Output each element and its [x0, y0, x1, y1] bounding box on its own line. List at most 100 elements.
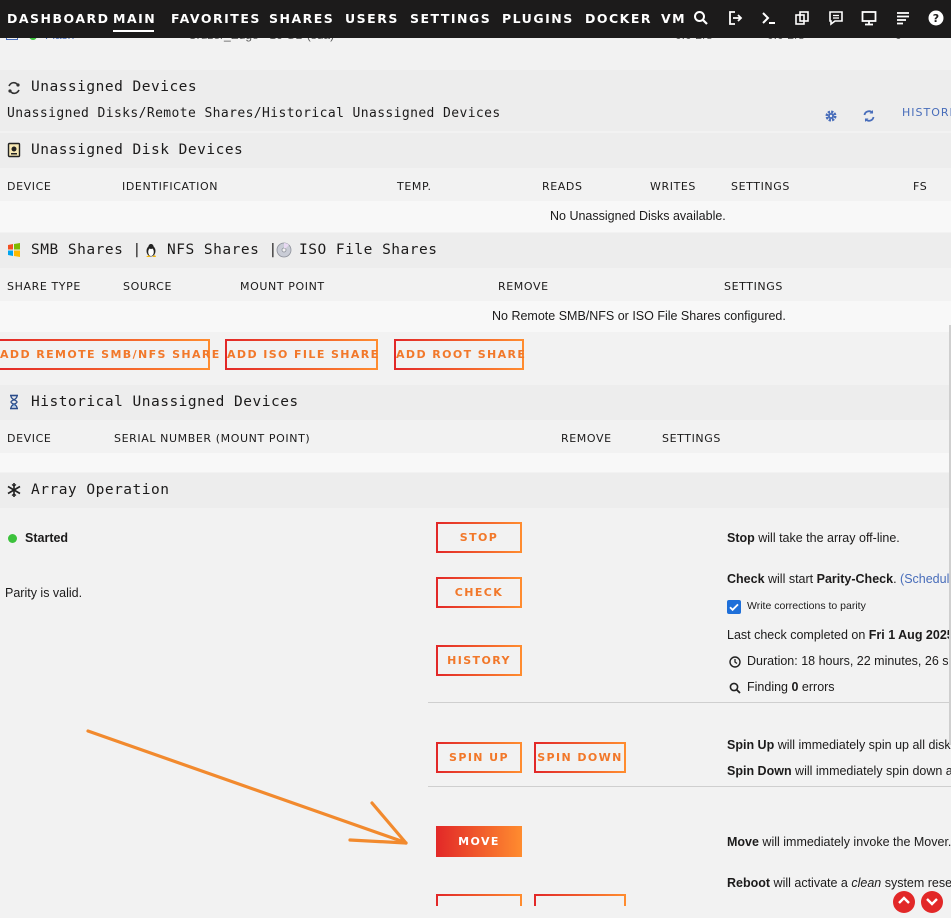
add-remote-share-button[interactable]: ADD REMOTE SMB/NFS SHARE — [0, 339, 219, 370]
finding-errors: Finding 0 errors — [747, 680, 835, 694]
spin-down-button[interactable]: SPIN DOWN — [534, 742, 626, 773]
no-disks-message: No Unassigned Disks available. — [550, 209, 726, 223]
move-button[interactable]: MOVE — [436, 826, 522, 857]
add-iso-share-button[interactable]: ADD ISO FILE SHARE — [225, 339, 378, 370]
nav-dashboard[interactable]: DASHBOARD — [7, 11, 110, 26]
nav-shares[interactable]: SHARES — [269, 11, 334, 26]
windows-icon — [6, 242, 22, 258]
refresh-icon[interactable] — [862, 109, 876, 123]
scroll-top-icon[interactable] — [893, 891, 915, 913]
divider — [428, 786, 951, 787]
terminal-icon[interactable] — [760, 9, 778, 27]
unassigned-disk-devices-header: Unassigned Disk Devices — [0, 133, 951, 168]
no-shares-message: No Remote SMB/NFS or ISO File Shares con… — [492, 309, 786, 323]
scroll-bottom-icon[interactable] — [921, 891, 943, 913]
reboot-button[interactable] — [436, 894, 522, 906]
col-serial-number: SERIAL NUMBER (MOUNT POINT) — [114, 432, 311, 445]
col-remove: REMOVE — [498, 280, 549, 293]
stop-button[interactable]: STOP — [436, 522, 522, 553]
search-icon — [729, 681, 741, 694]
col-settings: SETTINGS — [731, 180, 790, 193]
shares-header: SMB Shares | NFS Shares | ISO File Share… — [0, 233, 951, 268]
last-check-date: Fri 1 Aug 2025 — [868, 628, 951, 642]
col-settings: SETTINGS — [662, 432, 721, 445]
settings-gear-icon[interactable] — [824, 109, 838, 123]
col-source: SOURCE — [123, 280, 173, 293]
col-writes: WRITES — [650, 180, 697, 193]
col-identification: IDENTIFICATION — [122, 180, 219, 193]
col-settings: SETTINGS — [724, 280, 783, 293]
array-status: Started — [25, 531, 69, 545]
nav-docker[interactable]: DOCKER — [585, 11, 652, 26]
linux-icon — [143, 242, 159, 258]
status-started-dot — [8, 534, 17, 543]
spin-down-description: Spin Down will immediately spin down all… — [727, 764, 951, 778]
move-description: Move will immediately invoke the Mover. — [727, 835, 951, 849]
monitor-icon[interactable] — [860, 9, 878, 27]
move-bold: Move — [727, 835, 759, 849]
spinup-desc: will immediately spin up all disks. — [774, 738, 951, 752]
section-title-iso: ISO File Shares — [299, 242, 438, 258]
log-icon[interactable] — [894, 9, 912, 27]
nav-users[interactable]: USERS — [345, 11, 399, 26]
section-title-historical: Historical Unassigned Devices — [31, 394, 299, 410]
col-fs: FS — [913, 180, 928, 193]
spin-up-description: Spin Up will immediately spin up all dis… — [727, 738, 951, 752]
check-button[interactable]: CHECK — [436, 577, 522, 608]
reboot-description: Reboot will activate a clean system rese… — [727, 876, 951, 890]
divider — [428, 702, 951, 703]
help-icon[interactable]: ? — [927, 9, 945, 27]
nav-plugins[interactable]: PLUGINS — [502, 11, 574, 26]
power-down-button[interactable] — [534, 894, 626, 906]
top-navigation: DASHBOARD MAIN FAVORITES SHARES USERS SE… — [0, 0, 951, 38]
reboot-italic: clean — [851, 876, 882, 890]
col-temp: TEMP. — [397, 180, 432, 193]
plugin-icon — [6, 80, 22, 96]
array-operation-header: Array Operation — [0, 473, 951, 508]
check-desc-bold: Check — [727, 572, 765, 586]
last-check: Last check completed on Fri 1 Aug 2025 — [727, 628, 951, 642]
col-device: DEVICE — [7, 180, 52, 193]
historical-link[interactable]: HISTORICAL — [902, 106, 951, 119]
move-desc: will immediately invoke the Mover. — [758, 835, 951, 849]
disk-icon — [6, 142, 22, 158]
section-title-unassigned-devices: Unassigned Devices — [31, 79, 198, 95]
nav-main[interactable]: MAIN — [113, 11, 156, 32]
spin-up-button[interactable]: SPIN UP — [436, 742, 522, 773]
reboot-desc2: system reset. — [884, 876, 951, 890]
col-share-type: SHARE TYPE — [7, 280, 81, 293]
schedule-link[interactable]: (Schedule) — [900, 572, 951, 586]
svg-text:?: ? — [933, 12, 939, 25]
shares-empty-row: No Remote SMB/NFS or ISO File Shares con… — [0, 301, 951, 332]
logout-icon[interactable] — [726, 9, 744, 27]
parity-status: Parity is valid. — [5, 586, 83, 600]
nav-vms[interactable]: VMS — [661, 11, 686, 26]
col-mount-point: MOUNT POINT — [240, 280, 325, 293]
nav-settings[interactable]: SETTINGS — [410, 11, 491, 26]
disk-devices-empty-row: No Unassigned Disks available. — [0, 201, 951, 232]
copy-icon[interactable] — [793, 9, 811, 27]
unassigned-devices-header: Unassigned Devices Unassigned Disks/Remo… — [0, 70, 951, 131]
feedback-icon[interactable] — [827, 9, 845, 27]
search-icon[interactable] — [692, 9, 710, 27]
history-button[interactable]: HISTORY — [436, 645, 522, 676]
stop-description: Stop will take the array off-line. — [727, 531, 900, 545]
stop-desc-text: will take the array off-line. — [754, 531, 900, 545]
reboot-desc1: will activate a — [770, 876, 852, 890]
add-root-share-button[interactable]: ADD ROOT SHARE — [394, 339, 525, 370]
col-reads: READS — [542, 180, 583, 193]
disk-devices-column-headers: DEVICE IDENTIFICATION TEMP. READS WRITES… — [0, 168, 951, 201]
section-title-disk-devices: Unassigned Disk Devices — [31, 142, 244, 158]
finding-prefix: Finding — [747, 680, 792, 694]
finding-suffix: errors — [798, 680, 835, 694]
snowflake-icon — [6, 482, 22, 498]
write-corrections-label: Write corrections to parity — [747, 600, 866, 612]
reboot-bold: Reboot — [727, 876, 771, 890]
spindown-bold: Spin Down — [727, 764, 792, 778]
write-corrections-checkbox[interactable] — [727, 600, 741, 614]
shares-column-headers: SHARE TYPE SOURCE MOUNT POINT REMOVE SET… — [0, 268, 951, 301]
col-remove: REMOVE — [561, 432, 612, 445]
hourglass-icon — [6, 394, 22, 410]
nav-favorites[interactable]: FAVORITES — [171, 11, 261, 26]
last-check-prefix: Last check completed on — [727, 628, 869, 642]
